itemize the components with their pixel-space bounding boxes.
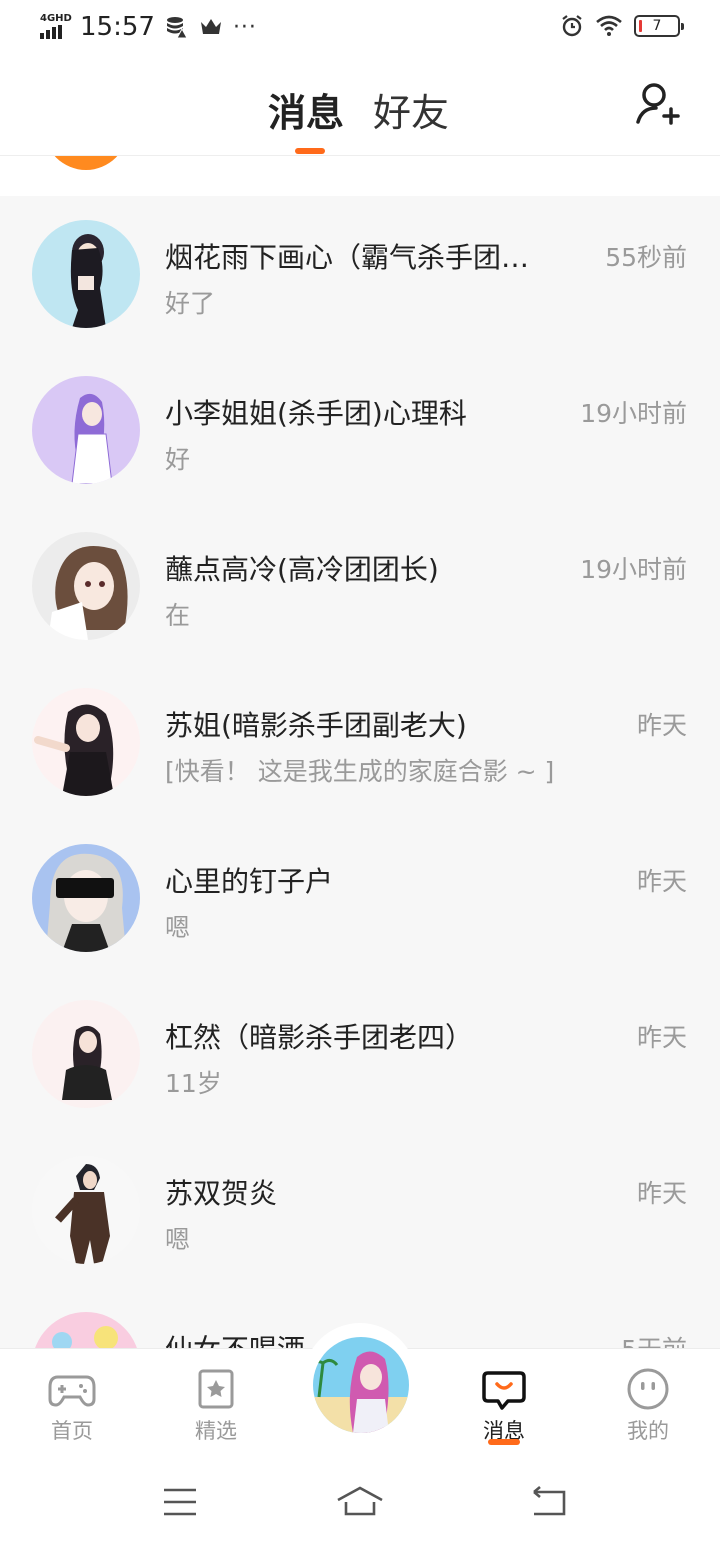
center-avatar: [313, 1337, 409, 1433]
battery-level: 7: [652, 18, 662, 34]
conversation-preview: 好了: [165, 289, 216, 318]
conversation-item[interactable]: 烟花雨下画心（霸气杀手团… 55秒前 好了: [0, 196, 720, 352]
nav-messages[interactable]: 消息: [444, 1349, 564, 1457]
status-bar: 4GHD 15:57 ··· 7: [0, 0, 720, 56]
nav-featured[interactable]: 精选: [156, 1349, 276, 1457]
signal-icon: 4GHD: [40, 13, 72, 41]
face-icon: [627, 1368, 669, 1410]
conversation-time: 19小时前: [580, 555, 687, 584]
conversation-item[interactable]: 心里的钉子户 昨天 嗯: [0, 820, 720, 976]
avatar[interactable]: [32, 1000, 140, 1108]
conversation-preview: 嗯: [165, 1225, 191, 1254]
conversation-preview: 嗯: [165, 913, 191, 942]
conversation-preview: 好: [165, 445, 191, 474]
home-icon[interactable]: [336, 1484, 384, 1520]
conversation-preview: 在: [165, 601, 191, 630]
menu-icon[interactable]: [156, 1484, 204, 1520]
conversation-name: 苏双贺炎: [165, 1177, 278, 1210]
conversation-item[interactable]: 蘸点高冷(高冷团团长) 19小时前 在: [0, 508, 720, 664]
conversation-item[interactable]: 苏双贺炎 昨天 嗯: [0, 1132, 720, 1288]
back-icon[interactable]: [524, 1484, 572, 1520]
avatar[interactable]: [32, 688, 140, 796]
conversation-name: 心里的钉子户: [165, 865, 334, 898]
gamepad-icon: [48, 1375, 96, 1407]
conversation-name: 杠然（暗影杀手团老四）: [165, 1021, 474, 1054]
conversation-item[interactable]: 苏姐(暗影杀手团副老大) 昨天 [快看！ 这是我生成的家庭合影 ~ ]: [0, 664, 720, 820]
avatar[interactable]: [32, 220, 140, 328]
conversation-time: 昨天: [636, 867, 687, 896]
star-bookmark-icon: [198, 1369, 234, 1409]
conversation-name: 烟花雨下画心（霸气杀手团…: [165, 241, 530, 274]
conversation-preview: 11岁: [165, 1069, 222, 1098]
wifi-icon: [596, 15, 622, 36]
chat-bubble-icon: [482, 1371, 526, 1410]
conversation-time: 昨天: [636, 1179, 687, 1208]
conversation-time: 55秒前: [605, 243, 687, 272]
alarm-icon: [562, 15, 582, 37]
top-header: 消息 好友: [0, 56, 720, 156]
conversation-time: 5天前: [621, 1330, 687, 1348]
conversation-item[interactable]: 小李姐姐(杀手团)心理科 19小时前 好: [0, 352, 720, 508]
conversation-time: 19小时前: [580, 399, 687, 428]
avatar[interactable]: [32, 844, 140, 952]
banner-avatar[interactable]: [44, 156, 128, 170]
top-banner-strip: [0, 156, 720, 196]
active-tab-indicator: [488, 1439, 520, 1445]
avatar[interactable]: [32, 376, 140, 484]
nav-home[interactable]: 首页: [12, 1349, 132, 1457]
database-warning-icon: [166, 17, 188, 39]
system-nav-bar: [0, 1456, 720, 1544]
add-friend-icon[interactable]: [634, 80, 682, 128]
battery-icon: 7: [634, 15, 684, 37]
center-create-button[interactable]: [303, 1323, 417, 1437]
network-label: 4GHD: [40, 13, 72, 24]
conversation-time: 昨天: [636, 711, 687, 740]
conversation-name: 蘸点高冷(高冷团团长): [165, 553, 439, 586]
avatar[interactable]: [32, 1156, 140, 1264]
conversation-list: 烟花雨下画心（霸气杀手团… 55秒前 好了 小李姐姐(杀手团)心理科 19小时前…: [0, 196, 720, 1348]
conversation-item[interactable]: 杠然（暗影杀手团老四） 昨天 11岁: [0, 976, 720, 1132]
conversation-name: 苏姐(暗影杀手团副老大): [165, 709, 467, 742]
status-time: 15:57: [80, 12, 155, 42]
active-tab-indicator: [295, 148, 325, 154]
nav-label: 我的: [627, 1419, 669, 1443]
tab-friends[interactable]: 好友: [373, 82, 449, 137]
more-notifications-icon: ···: [232, 14, 257, 40]
conversation-time: 昨天: [636, 1023, 687, 1052]
nav-label: 精选: [195, 1419, 237, 1443]
bottom-nav: 首页 精选 消息 我的: [0, 1323, 720, 1457]
crown-icon: [200, 19, 221, 34]
avatar[interactable]: [32, 1312, 140, 1348]
conversation-preview: [快看！ 这是我生成的家庭合影 ~ ]: [165, 757, 555, 786]
conversation-name: 小李姐姐(杀手团)心理科: [165, 397, 467, 430]
tab-messages[interactable]: 消息: [268, 82, 344, 137]
nav-mine[interactable]: 我的: [588, 1349, 708, 1457]
nav-label: 首页: [51, 1419, 93, 1443]
avatar[interactable]: [32, 532, 140, 640]
